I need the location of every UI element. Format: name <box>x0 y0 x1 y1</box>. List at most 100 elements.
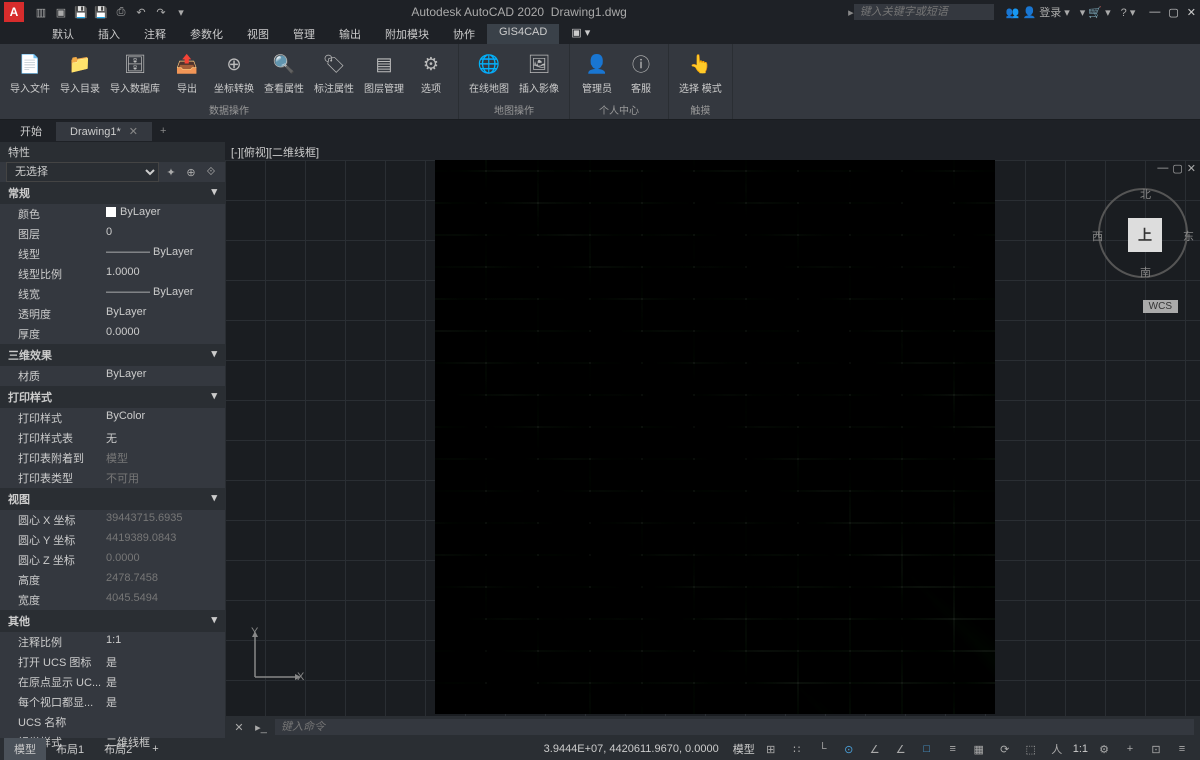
ribbon-import-db-button[interactable]: 🗄导入数据库 <box>108 48 162 97</box>
property-row[interactable]: 打印样式ByColor <box>0 408 225 428</box>
property-value[interactable]: 4045.5494 <box>106 592 225 608</box>
menu-GIS4CAD[interactable]: GIS4CAD <box>487 24 559 44</box>
ribbon-coord-convert-button[interactable]: ⊕坐标转换 <box>212 48 256 97</box>
property-row[interactable]: 圆心 Z 坐标0.0000 <box>0 550 225 570</box>
menu-注释[interactable]: 注释 <box>132 24 178 44</box>
menu-管理[interactable]: 管理 <box>281 24 327 44</box>
property-row[interactable]: 图层0 <box>0 224 225 244</box>
property-value[interactable]: 无 <box>106 430 225 446</box>
property-value[interactable]: 0 <box>106 226 225 242</box>
ribbon-layer-mgmt-button[interactable]: ▤图层管理 <box>362 48 406 97</box>
selection-filter-dropdown[interactable]: 无选择 <box>6 162 159 182</box>
status-scale[interactable]: 1:1 <box>1073 743 1088 755</box>
signin-icon[interactable]: 👥 👤 登录 ▾ <box>1006 4 1070 20</box>
collapse-icon[interactable]: ▾ <box>211 613 217 629</box>
collapse-icon[interactable]: ▾ <box>211 347 217 363</box>
property-value[interactable]: ———— ByLayer <box>106 286 225 302</box>
ribbon-select-mode-button[interactable]: 👆选择 模式 <box>677 48 724 97</box>
exchange-icon[interactable]: ▾ 🛒 ▾ <box>1080 6 1111 19</box>
qat-saveas-icon[interactable]: 💾 <box>92 3 110 21</box>
vp-restore-icon[interactable]: ▢ <box>1172 162 1182 175</box>
status-polar-icon[interactable]: ⊙ <box>839 740 859 758</box>
status-ortho-icon[interactable]: └ <box>813 740 833 758</box>
viewcube-south[interactable]: 南 <box>1140 264 1151 280</box>
quick-select-icon[interactable]: ✦ <box>163 164 179 180</box>
property-value[interactable]: 1:1 <box>106 634 225 650</box>
select-objects-icon[interactable]: ⊕ <box>183 164 199 180</box>
viewport-canvas[interactable]: X Y 上 北 南 东 西 WCS — ▢ ✕ <box>225 160 1200 716</box>
property-row[interactable]: 线型———— ByLayer <box>0 244 225 264</box>
cmd-recent-icon[interactable]: ▸_ <box>253 719 269 735</box>
property-row[interactable]: 注释比例1:1 <box>0 632 225 652</box>
status-dynucs-icon[interactable]: 人 <box>1047 740 1067 758</box>
status-grid-icon[interactable]: ⊞ <box>761 740 781 758</box>
minimize-icon[interactable]: — <box>1149 6 1160 19</box>
ribbon-support-button[interactable]: ⓘ客服 <box>622 48 660 97</box>
property-value[interactable]: 是 <box>106 654 225 670</box>
status-otrack-icon[interactable]: ∠ <box>891 740 911 758</box>
qat-save-icon[interactable]: 💾 <box>72 3 90 21</box>
viewport-label[interactable]: [-][俯视][二维线框] <box>225 142 1200 160</box>
viewcube-west[interactable]: 西 <box>1092 228 1103 244</box>
qat-open-icon[interactable]: ▣ <box>52 3 70 21</box>
doc-tab[interactable]: 开始 <box>6 120 56 142</box>
vp-close-icon[interactable]: ✕ <box>1187 162 1196 175</box>
qat-plot-icon[interactable]: ⎙ <box>112 3 130 21</box>
viewcube-east[interactable]: 东 <box>1183 228 1194 244</box>
property-row[interactable]: 每个视口都显...是 <box>0 692 225 712</box>
search-input[interactable] <box>854 4 994 20</box>
app-logo[interactable]: A <box>4 2 24 22</box>
property-row[interactable]: 线宽———— ByLayer <box>0 284 225 304</box>
props-section-header[interactable]: 视图▾ <box>0 488 225 510</box>
close-icon[interactable]: ✕ <box>1187 6 1196 19</box>
property-row[interactable]: 宽度4045.5494 <box>0 590 225 610</box>
property-row[interactable]: 打印表附着到模型 <box>0 448 225 468</box>
property-row[interactable]: 打印样式表无 <box>0 428 225 448</box>
vp-minimize-icon[interactable]: — <box>1157 162 1168 175</box>
property-row[interactable]: 在原点显示 UC...是 <box>0 672 225 692</box>
wcs-badge[interactable]: WCS <box>1143 300 1178 313</box>
property-value[interactable]: ByLayer <box>106 368 225 384</box>
property-row[interactable]: 透明度ByLayer <box>0 304 225 324</box>
viewcube-top-face[interactable]: 上 <box>1128 218 1162 252</box>
property-row[interactable]: 线型比例1.0000 <box>0 264 225 284</box>
property-value[interactable] <box>106 714 225 730</box>
menu-overflow-icon[interactable]: ▣ ▾ <box>559 24 602 44</box>
menu-默认[interactable]: 默认 <box>40 24 86 44</box>
property-value[interactable]: ———— ByLayer <box>106 246 225 262</box>
status-coordinates[interactable]: 3.9444E+07, 4420611.9670, 0.0000 <box>544 743 719 755</box>
command-input[interactable] <box>275 719 1194 735</box>
ribbon-insert-image-button[interactable]: 🖼插入影像 <box>517 48 561 97</box>
property-value[interactable]: 是 <box>106 694 225 710</box>
props-section-header[interactable]: 打印样式▾ <box>0 386 225 408</box>
layout-tab[interactable]: 布局2 <box>94 738 142 760</box>
menu-协作[interactable]: 协作 <box>441 24 487 44</box>
property-row[interactable]: 厚度0.0000 <box>0 324 225 344</box>
property-row[interactable]: 颜色ByLayer <box>0 204 225 224</box>
status-customize-icon[interactable]: ≡ <box>1172 740 1192 758</box>
tab-close-icon[interactable]: ✕ <box>129 126 138 138</box>
property-value[interactable]: 是 <box>106 674 225 690</box>
cmd-close-icon[interactable]: ✕ <box>231 719 247 735</box>
ribbon-import-folder-button[interactable]: 📁导入目录 <box>58 48 102 97</box>
tab-add-button[interactable]: + <box>152 122 174 140</box>
ribbon-query-attr-button[interactable]: 🔍查看属性 <box>262 48 306 97</box>
property-value[interactable]: ByLayer <box>106 306 225 322</box>
layout-add-button[interactable]: + <box>142 740 168 758</box>
ribbon-import-file-button[interactable]: 📄导入文件 <box>8 48 52 97</box>
property-row[interactable]: 打印表类型不可用 <box>0 468 225 488</box>
status-3dosnap-icon[interactable]: ⬚ <box>1021 740 1041 758</box>
ribbon-options-button[interactable]: ⚙选项 <box>412 48 450 97</box>
collapse-icon[interactable]: ▾ <box>211 491 217 507</box>
property-value[interactable]: 模型 <box>106 450 225 466</box>
status-lineweight-icon[interactable]: ≡ <box>943 740 963 758</box>
status-gear-icon[interactable]: ⚙ <box>1094 740 1114 758</box>
status-monitor-icon[interactable]: ⊡ <box>1146 740 1166 758</box>
property-row[interactable]: 打开 UCS 图标是 <box>0 652 225 672</box>
maximize-icon[interactable]: ▢ <box>1168 6 1178 19</box>
status-snap-icon[interactable]: ∷ <box>787 740 807 758</box>
status-osnap-icon[interactable]: □ <box>917 740 937 758</box>
property-value[interactable]: 4419389.0843 <box>106 532 225 548</box>
qat-new-icon[interactable]: ▥ <box>32 3 50 21</box>
status-cycling-icon[interactable]: ⟳ <box>995 740 1015 758</box>
